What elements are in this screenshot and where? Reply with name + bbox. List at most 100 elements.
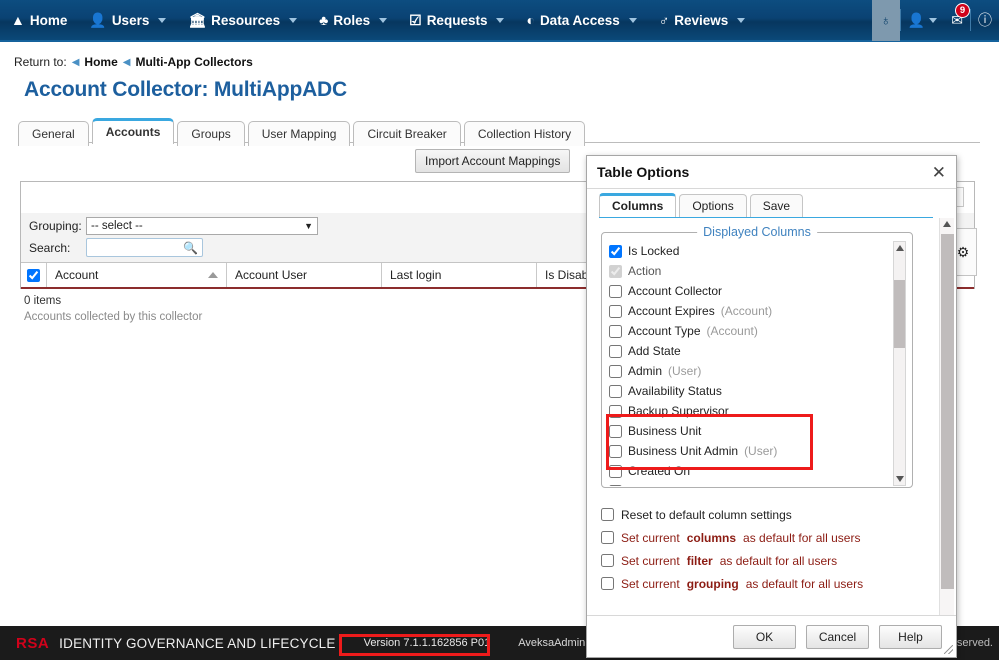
- reset-defaults-row[interactable]: Reset to default column settings: [601, 503, 863, 526]
- set-default-filter-row[interactable]: Set current filter as default for all us…: [601, 549, 863, 572]
- ok-button[interactable]: OK: [733, 625, 796, 649]
- column-checkbox[interactable]: [609, 305, 622, 318]
- dialog-tab-bar: Columns Options Save: [587, 189, 956, 217]
- nav-item-resources[interactable]: 🏛 Resources: [177, 0, 308, 41]
- help-button[interactable]: ⓘ: [971, 0, 999, 41]
- tab-circuit-breaker[interactable]: Circuit Breaker: [353, 121, 460, 146]
- dialog-body: Displayed Columns Is Locked Action Accou…: [587, 218, 956, 624]
- column-option-row[interactable]: Admin (User): [609, 361, 893, 381]
- dialog-tab-options[interactable]: Options: [679, 194, 746, 217]
- nav-label: Roles: [333, 13, 370, 28]
- version-label: Version 7.1.1.162856 P01: [364, 637, 491, 649]
- dialog-footer: OK Cancel Help: [587, 615, 956, 657]
- column-option-row[interactable]: Is Locked: [609, 241, 893, 261]
- back-arrow-icon: ◀: [72, 57, 80, 68]
- column-option-row[interactable]: Business Unit: [609, 421, 893, 441]
- set-default-columns-checkbox[interactable]: [601, 531, 614, 544]
- nav-label: Resources: [211, 13, 280, 28]
- dialog-scrollbar[interactable]: [939, 218, 954, 624]
- column-checkbox[interactable]: [609, 445, 622, 458]
- nav-label: Reviews: [674, 13, 728, 28]
- grouping-select[interactable]: -- select -- ▼: [86, 217, 318, 235]
- scroll-up-icon[interactable]: [943, 221, 951, 227]
- language-icon[interactable]: ♁: [872, 0, 900, 41]
- column-option-row[interactable]: Account Collector: [609, 281, 893, 301]
- tab-user-mapping[interactable]: User Mapping: [248, 121, 351, 146]
- columns-list-scrollbar[interactable]: [893, 241, 906, 486]
- user-menu-button[interactable]: 👤: [901, 0, 944, 41]
- scrollbar-thumb[interactable]: [894, 280, 905, 348]
- scroll-up-icon[interactable]: [896, 245, 904, 251]
- option-keyword: filter: [687, 554, 713, 568]
- option-prefix: Set current: [621, 531, 680, 545]
- tab-collection-history[interactable]: Collection History: [464, 121, 585, 146]
- nav-item-roles[interactable]: ♣ Roles: [308, 0, 398, 41]
- set-default-columns-row[interactable]: Set current columns as default for all u…: [601, 526, 863, 549]
- column-option-label: Backup Supervisor: [628, 404, 729, 418]
- scrollbar-thumb[interactable]: [941, 234, 954, 589]
- column-option-row[interactable]: Deleted On: [609, 481, 893, 486]
- column-option-row[interactable]: Created On: [609, 461, 893, 481]
- back-arrow-icon: ◀: [123, 57, 131, 68]
- column-checkbox[interactable]: [609, 285, 622, 298]
- nav-label: Users: [112, 13, 150, 28]
- nav-right-group: ♁ 👤 ✉ 9 ⓘ: [872, 0, 999, 41]
- column-checkbox[interactable]: [609, 465, 622, 478]
- dialog-header: Table Options ✕: [587, 156, 956, 189]
- dialog-tab-save[interactable]: Save: [750, 194, 803, 217]
- column-option-row[interactable]: Backup Supervisor: [609, 401, 893, 421]
- help-button[interactable]: Help: [879, 625, 942, 649]
- column-header-account-user[interactable]: Account User: [227, 263, 382, 287]
- column-checkbox[interactable]: [609, 245, 622, 258]
- column-option-label: Account Type: [628, 324, 701, 338]
- inbox-button[interactable]: ✉ 9: [944, 0, 970, 41]
- set-default-grouping-row[interactable]: Set current grouping as default for all …: [601, 572, 863, 595]
- set-default-grouping-checkbox[interactable]: [601, 577, 614, 590]
- set-default-filter-checkbox[interactable]: [601, 554, 614, 567]
- select-all-checkbox-cell[interactable]: [21, 263, 47, 287]
- cancel-button[interactable]: Cancel: [806, 625, 869, 649]
- column-checkbox[interactable]: [609, 485, 622, 487]
- column-option-row[interactable]: Business Unit Admin (User): [609, 441, 893, 461]
- nav-item-home[interactable]: ▲ Home: [0, 0, 78, 41]
- column-header-last-login[interactable]: Last login: [382, 263, 537, 287]
- column-option-label: Admin: [628, 364, 662, 378]
- column-checkbox[interactable]: [609, 405, 622, 418]
- tab-bar: General Accounts Groups User Mapping Cir…: [18, 118, 588, 144]
- column-option-row[interactable]: Availability Status: [609, 381, 893, 401]
- close-icon[interactable]: ✕: [932, 164, 946, 181]
- breadcrumb-prefix: Return to:: [14, 55, 67, 69]
- nav-item-users[interactable]: 👤 Users: [78, 0, 177, 41]
- review-icon: ♂: [659, 13, 670, 27]
- inbox-badge: 9: [955, 3, 970, 18]
- column-checkbox[interactable]: [609, 385, 622, 398]
- nav-item-data-access[interactable]: ◐ Data Access: [515, 0, 647, 41]
- reset-defaults-checkbox[interactable]: [601, 508, 614, 521]
- column-option-row[interactable]: Account Type (Account): [609, 321, 893, 341]
- resize-grip[interactable]: [944, 645, 953, 654]
- nav-item-requests[interactable]: ☑ Requests: [398, 0, 515, 41]
- breadcrumb-link-parent[interactable]: Multi-App Collectors: [135, 55, 252, 69]
- breadcrumb-link-home[interactable]: Home: [84, 55, 117, 69]
- column-option-row[interactable]: Add State: [609, 341, 893, 361]
- select-all-checkbox[interactable]: [27, 269, 40, 282]
- tab-accounts[interactable]: Accounts: [92, 118, 175, 144]
- table-options-dialog: Table Options ✕ Columns Options Save Dis…: [586, 155, 957, 658]
- column-header-account[interactable]: Account: [47, 263, 227, 287]
- column-checkbox[interactable]: [609, 345, 622, 358]
- scroll-down-icon[interactable]: [896, 476, 904, 482]
- column-option-row[interactable]: Account Expires (Account): [609, 301, 893, 321]
- column-checkbox[interactable]: [609, 325, 622, 338]
- tab-general[interactable]: General: [18, 121, 89, 146]
- column-option-qualifier: (User): [668, 364, 701, 378]
- column-checkbox[interactable]: [609, 365, 622, 378]
- search-input[interactable]: 🔍: [86, 238, 203, 257]
- tab-groups[interactable]: Groups: [177, 121, 244, 146]
- copyright-text: eserved.: [951, 637, 993, 649]
- column-label: Account User: [235, 268, 307, 282]
- column-checkbox[interactable]: [609, 425, 622, 438]
- chevron-down-icon: [158, 18, 166, 23]
- dialog-tab-columns[interactable]: Columns: [599, 193, 676, 217]
- import-account-mappings-button[interactable]: Import Account Mappings: [415, 149, 570, 173]
- nav-item-reviews[interactable]: ♂ Reviews: [648, 0, 757, 41]
